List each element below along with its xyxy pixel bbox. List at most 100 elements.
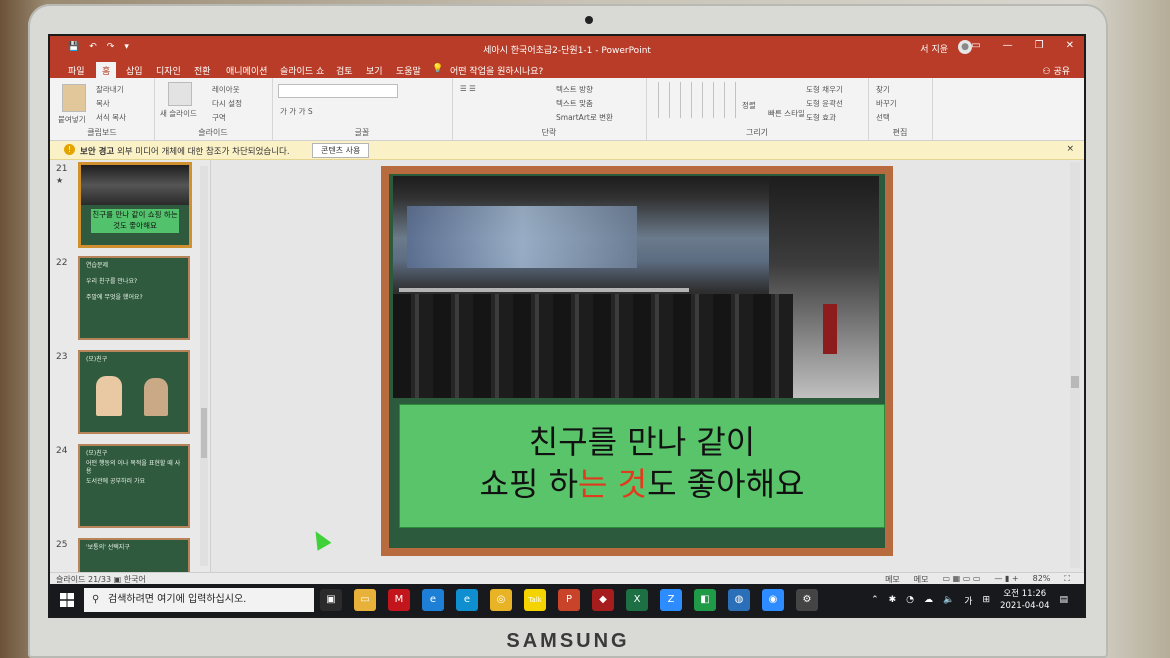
ribbon-display-options-icon[interactable]: ▭	[971, 40, 980, 51]
wifi-icon[interactable]: ◔	[906, 595, 914, 605]
new-slide-button[interactable]: 새 슬라이드	[160, 108, 197, 119]
thumbnail-slide-21[interactable]: 친구를 만나 같이 쇼핑 하는 것도 좋아해요	[78, 162, 192, 248]
share-button[interactable]: ⚇ 공유	[1043, 64, 1071, 77]
ribbon: 붙여넣기 잘라내기 복사 서식 복사 클립보드 새 슬라이드 레이아웃 다시 설…	[50, 78, 1084, 141]
section-button[interactable]: 구역	[212, 112, 226, 123]
file-explorer-icon[interactable]: ▭	[354, 589, 376, 611]
replace-button[interactable]: 바꾸기	[876, 98, 897, 109]
font-format-buttons[interactable]: 가 가 가 S	[280, 106, 313, 117]
layout-button[interactable]: 레이아웃	[212, 84, 240, 95]
scroll-thumb[interactable]	[201, 408, 207, 458]
thumbnail-slide-22[interactable]: 연습문제 우리 친구를 만나요? 주말에 무엇을 했어요?	[78, 256, 190, 340]
thumbnail-slide-23[interactable]: (모)친구	[78, 350, 190, 434]
cloud-icon[interactable]: ☁	[924, 595, 933, 605]
excel-icon[interactable]: X	[626, 589, 648, 611]
clipboard-group: 붙여넣기 잘라내기 복사 서식 복사 클립보드	[50, 78, 155, 140]
shape-outline-button[interactable]: 도형 윤곽선	[806, 98, 843, 109]
slide-scrollbar[interactable]	[1070, 162, 1080, 568]
show-hidden-icons-icon[interactable]: ⌃	[871, 595, 879, 605]
slide-thumbnail-pane: 21 ★ 친구를 만나 같이 쇼핑 하는 것도 좋아해요 22 연습문제 우리 …	[50, 160, 211, 572]
shapes-gallery[interactable]	[650, 82, 740, 118]
find-button[interactable]: 찾기	[876, 84, 890, 95]
text-direction-button[interactable]: 텍스트 방향	[556, 84, 593, 95]
slide-counter: 슬라이드 21/33	[56, 575, 112, 584]
new-slide-icon[interactable]	[168, 82, 192, 106]
tab-review[interactable]: 검토	[336, 64, 353, 77]
close-icon[interactable]: ×	[1066, 144, 1074, 154]
edge-icon[interactable]: e	[456, 589, 478, 611]
volume-icon[interactable]: 🔈	[943, 595, 954, 605]
red-app-icon[interactable]: ◆	[592, 589, 614, 611]
thumbnail-caption: 친구를 만나 같이 쇼핑 하는 것도 좋아해요	[91, 209, 179, 233]
font-name-input[interactable]	[278, 84, 398, 98]
close-button[interactable]: ✕	[1066, 40, 1074, 51]
slide-caption[interactable]: 친구를 만나 같이 쇼핑 하는 것도 좋아해요	[399, 404, 885, 528]
tab-help[interactable]: 도움말	[396, 64, 421, 77]
slide-number: 24	[56, 446, 68, 456]
slide-background: 친구를 만나 같이 쇼핑 하는 것도 좋아해요	[389, 174, 885, 548]
font-group: 가 가 가 S 글꼴	[272, 78, 453, 140]
thumbnail-slide-24[interactable]: (모)친구 어떤 행동의 이나 목적을 표현할 때 사용 도서관에 공부하러 가…	[78, 444, 190, 528]
quick-styles-button[interactable]: 빠른 스타일	[768, 108, 805, 119]
ime-indicator[interactable]: 가	[964, 594, 972, 607]
scroll-thumb[interactable]	[1071, 376, 1079, 388]
tab-transitions[interactable]: 전환	[194, 64, 211, 77]
select-button[interactable]: 선택	[876, 112, 890, 123]
thumbnail-text: 연습문제	[86, 262, 109, 269]
taskbar-search-input[interactable]: ⚲ 검색하려면 여기에 입력하십시오.	[84, 588, 314, 612]
tell-me-search[interactable]: 어떤 작업을 원하시나요?	[450, 64, 543, 77]
task-view-icon[interactable]: ▣	[320, 589, 342, 611]
keyboard-icon[interactable]: ⊞	[983, 595, 991, 605]
clock-time: 오전 11:26	[1003, 589, 1047, 599]
tab-design[interactable]: 디자인	[156, 64, 181, 77]
thumbnail-text: 어떤 행동의 이나 목적을 표현할 때 사용	[86, 460, 181, 475]
cut-button[interactable]: 잘라내기	[96, 84, 124, 95]
thumbnail-text: (모)친구	[86, 356, 108, 363]
windows-start-icon[interactable]	[60, 593, 74, 607]
photo-coats	[393, 294, 793, 398]
bluetooth-icon[interactable]: ✱	[889, 595, 897, 605]
restore-button[interactable]: ❐	[1035, 40, 1044, 51]
zoom-app-icon[interactable]: Z	[660, 589, 682, 611]
tab-slideshow[interactable]: 슬라이드 쇼	[280, 64, 324, 77]
thumbnail-scrollbar[interactable]	[200, 166, 208, 566]
kakaotalk-icon[interactable]: Talk	[524, 589, 546, 611]
language-indicator[interactable]: 한국어	[124, 575, 146, 584]
paste-icon[interactable]	[62, 84, 86, 112]
bullets-icon[interactable]: ☰ ☰	[460, 84, 476, 93]
ie-icon[interactable]: e	[422, 589, 444, 611]
mcafee-icon[interactable]: M	[388, 589, 410, 611]
green-app-icon[interactable]: ◧	[694, 589, 716, 611]
thumbnail-slide-25[interactable]: '보통의' 선택지구	[78, 538, 190, 572]
paste-button[interactable]: 붙여넣기	[58, 114, 86, 125]
tab-insert[interactable]: 삽입	[126, 64, 143, 77]
tab-view[interactable]: 보기	[366, 64, 383, 77]
group-label: 클립보드	[87, 128, 117, 137]
globe-app-icon[interactable]: ◍	[728, 589, 750, 611]
current-slide[interactable]: 친구를 만나 같이 쇼핑 하는 것도 좋아해요	[381, 166, 893, 556]
chrome-icon[interactable]: ◎	[490, 589, 512, 611]
tool-app-icon[interactable]: ⚙	[796, 589, 818, 611]
shape-effects-button[interactable]: 도형 효과	[806, 112, 836, 123]
cartoon-figure	[144, 378, 168, 416]
shape-fill-button[interactable]: 도형 채우기	[806, 84, 843, 95]
tab-file[interactable]: 파일	[68, 64, 85, 77]
avatar[interactable]: ●	[958, 40, 972, 54]
smartart-button[interactable]: SmartArt로 변환	[556, 112, 613, 123]
user-name[interactable]: 서 지윤	[920, 42, 948, 55]
enable-content-button[interactable]: 콘텐츠 사용	[312, 143, 370, 158]
tab-home[interactable]: 홈	[96, 62, 117, 79]
powerpoint-icon[interactable]: P	[558, 589, 580, 611]
notification-icon[interactable]: ▤	[1059, 595, 1068, 605]
thumbnail-text: 우리 친구를 만나요?	[86, 278, 138, 285]
clock[interactable]: 오전 11:26 2021-04-04	[1000, 588, 1049, 612]
shield-warning-icon: !	[64, 144, 75, 155]
zoom-video-icon[interactable]: ◉	[762, 589, 784, 611]
format-painter-button[interactable]: 서식 복사	[96, 112, 126, 123]
align-text-button[interactable]: 텍스트 맞춤	[556, 98, 593, 109]
copy-button[interactable]: 복사	[96, 98, 110, 109]
arrange-button[interactable]: 정렬	[742, 100, 756, 111]
tab-animations[interactable]: 애니메이션	[226, 64, 267, 77]
reset-button[interactable]: 다시 설정	[212, 98, 242, 109]
minimize-button[interactable]: —	[1003, 40, 1013, 51]
